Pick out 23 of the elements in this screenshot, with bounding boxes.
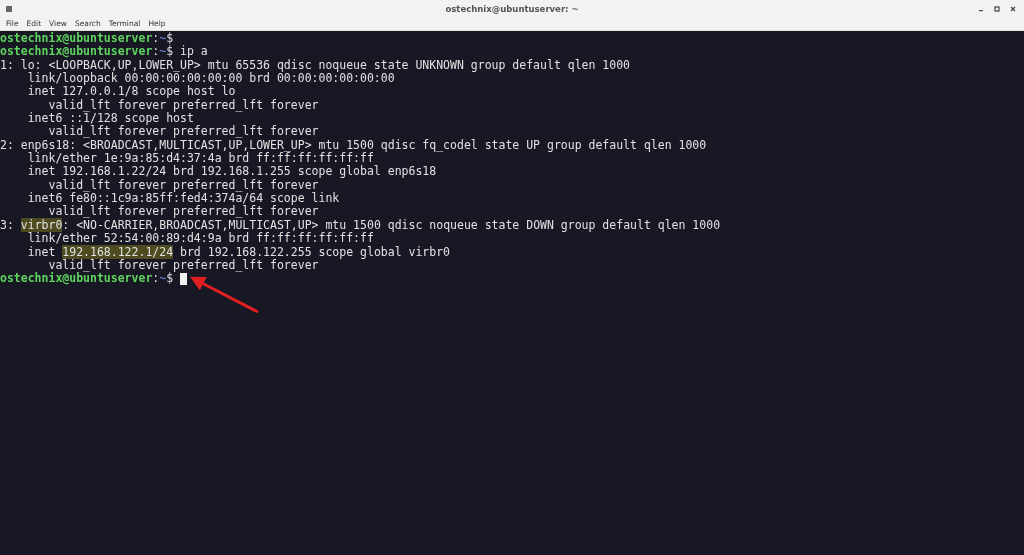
terminal-line: inet 192.168.122.1/24 brd 192.168.122.255 scope global virbr0	[26, 245, 451, 259]
window-title: ostechnix@ubuntuserver: ~	[444, 3, 580, 14]
terminal-line: inet6 fe80::1c9a:85ff:fed4:374a/64 scope link	[26, 192, 340, 206]
terminal-line: valid_lft forever preferred_lft forever	[48, 178, 319, 193]
maximize-button[interactable]	[992, 3, 1002, 14]
terminal-line: ostechnix@ubuntuserver:~$ ip a	[0, 45, 208, 59]
terminal-line: link/ether 1e:9a:85:d4:37:4a brd ff:ff:ff:ff:ff:ff	[27, 152, 374, 166]
terminal-line: valid_lft forever preferred_lft forever	[47, 98, 319, 112]
terminal-line: link/ether 52:54:00:89:d4:9a brd ff:ff:ff:ff:ff:ff	[26, 232, 374, 246]
terminal-line: 2: enp6s18: <BROADCAST,MULTICAST,UP,LOWER_UP> mtu 1500 qdisc fq_codel state UP group default qlen 1000	[0, 138, 707, 153]
terminal-line: ostechnix@ubuntuserver:~$	[0, 32, 174, 45]
terminal-line: 1: lo: <LOOPBACK,UP,LOWER_UP> mtu 65536 qdisc noqueue state UNKNOWN group default qlen 1000	[0, 58, 631, 73]
close-icon	[1010, 5, 1016, 12]
terminal-line: inet 127.0.0.1/8 scope host lo	[26, 85, 236, 99]
terminal-line: ostechnix@ubuntuserver:~$	[0, 272, 174, 286]
maximize-icon	[994, 5, 1000, 12]
terminal-line: 3: virbr0: <NO-CARRIER,BROADCAST,MULTICAST,UP> mtu 1500 qdisc noqueue state DOWN group default qlen 1000	[0, 218, 721, 232]
terminal-line: inet 192.168.1.22/24 brd 192.168.1.255 scope global enp6s18	[26, 165, 437, 179]
terminal-line: valid_lft forever preferred_lft forever	[47, 125, 319, 139]
terminal-line: inet6 ::1/128 scope host	[26, 112, 194, 126]
terminal-line: valid_lft forever preferred_lft forever	[48, 258, 319, 273]
terminal-line: link/loopback 00:00:00:00:00:00 brd 00:00:00:00:00:00	[26, 72, 395, 86]
terminal-line: valid_lft forever preferred_lft forever	[47, 205, 319, 219]
